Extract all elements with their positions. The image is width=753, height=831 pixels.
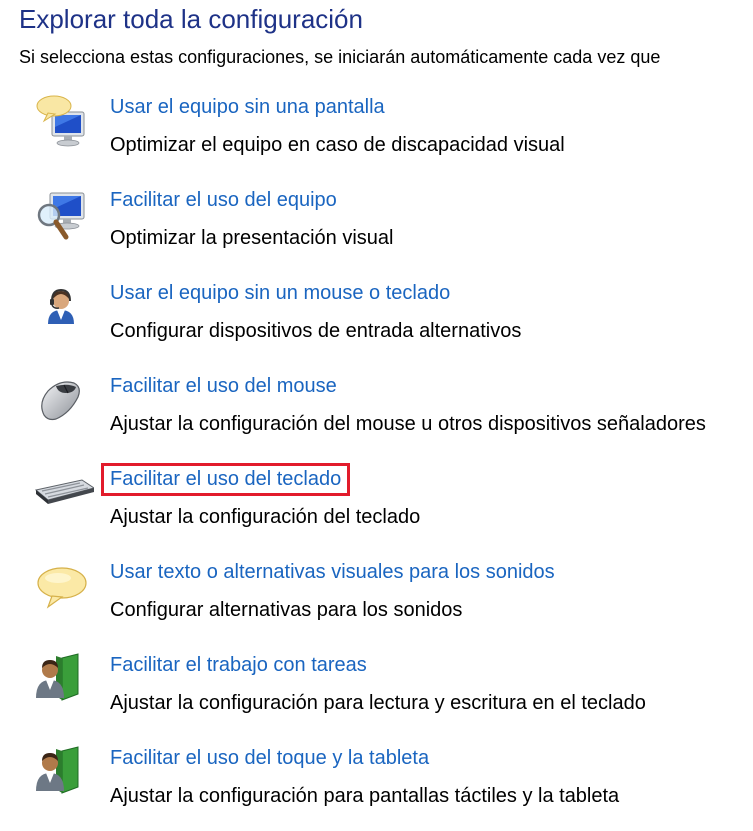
link-easier-mouse[interactable]: Facilitar el uso del mouse [110,373,337,400]
setting-item-touch-tablet: Facilitar el uso del toque y la tableta … [30,745,750,831]
page-title: Explorar toda la configuración [19,4,363,34]
setting-item-mouse: Facilitar el uso del mouse Ajustar la co… [30,373,750,459]
monitor-speech-icon [34,94,90,154]
link-sound-alternatives[interactable]: Usar texto o alternativas visuales para … [110,559,555,586]
description-sound-alternatives: Configurar alternativas para los sonidos [110,599,463,621]
description-no-mouse-keyboard: Configurar dispositivos de entrada alter… [110,320,522,342]
setting-item-tasks: Facilitar el trabajo con tareas Ajustar … [30,652,750,738]
keyboard-icon [34,466,94,526]
magnifier-monitor-icon [34,187,90,247]
link-touch-tablet[interactable]: Facilitar el uso del toque y la tableta [110,745,429,772]
speech-bubble-icon [34,559,90,619]
headset-user-icon [34,280,90,340]
setting-item-easier-to-see: Facilitar el uso del equipo Optimizar la… [30,187,750,273]
link-use-without-screen[interactable]: Usar el equipo sin una pantalla [110,94,385,121]
link-easier-to-see[interactable]: Facilitar el uso del equipo [110,187,337,214]
setting-item-keyboard: Facilitar el uso del teclado Ajustar la … [30,463,750,552]
description-use-without-screen: Optimizar el equipo en caso de discapaci… [110,134,565,156]
user-book-icon [34,745,90,805]
description-easier-keyboard: Ajustar la configuración del teclado [110,506,421,528]
link-no-mouse-keyboard[interactable]: Usar el equipo sin un mouse o teclado [110,280,450,307]
description-touch-tablet: Ajustar la configuración para pantallas … [110,785,620,807]
link-easier-tasks[interactable]: Facilitar el trabajo con tareas [110,652,367,679]
intro-text: Si selecciona estas configuraciones, se … [19,47,661,67]
description-easier-tasks: Ajustar la configuración para lectura y … [110,692,646,714]
description-easier-mouse: Ajustar la configuración del mouse u otr… [110,413,706,435]
setting-item-no-mouse-keyboard: Usar el equipo sin un mouse o teclado Co… [30,280,750,366]
setting-item-sound-alternatives: Usar texto o alternativas visuales para … [30,559,750,645]
user-book-icon [34,652,90,712]
link-easier-keyboard[interactable]: Facilitar el uso del teclado [100,463,351,496]
mouse-icon [34,373,90,433]
setting-item-no-screen: Usar el equipo sin una pantalla Optimiza… [30,94,750,180]
description-easier-to-see: Optimizar la presentación visual [110,227,394,249]
